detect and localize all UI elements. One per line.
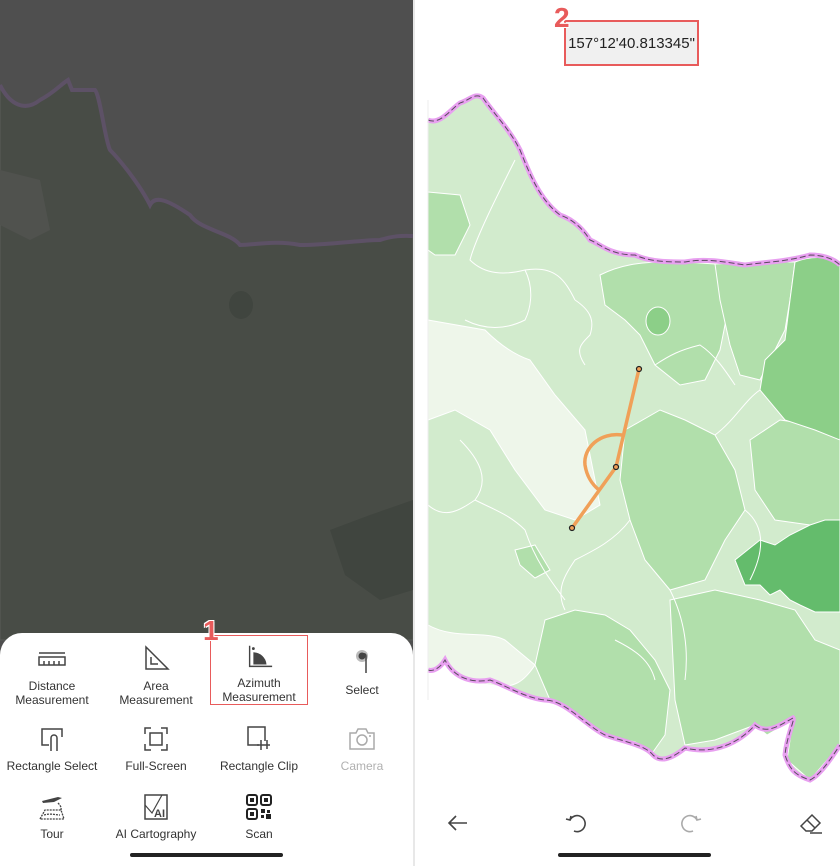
tool-label-line: Camera <box>340 759 384 773</box>
eraser-icon <box>799 813 822 834</box>
clear-button[interactable] <box>793 805 829 841</box>
rectangle-select-icon <box>41 728 63 751</box>
tool-label: Azimuth Measurement <box>222 676 295 704</box>
tool-label-line: Full-Screen <box>125 759 187 773</box>
tool-label: Select <box>345 683 378 697</box>
tool-label: AI Cartography <box>116 827 197 841</box>
map-region <box>645 306 671 336</box>
tool-distance-button[interactable]: Distance Measurement <box>0 643 104 713</box>
annotation-marker-1: 1 <box>203 615 219 646</box>
tool-label-line: Measurement <box>119 693 193 707</box>
fullscreen-icon <box>144 727 168 751</box>
tool-camera-button[interactable]: Camera <box>310 723 414 793</box>
undo-icon <box>565 814 586 833</box>
map-subregion <box>229 291 253 319</box>
qr-code-icon <box>246 794 272 820</box>
tool-scan-button[interactable]: Scan <box>207 791 311 861</box>
tool-fullscreen-button[interactable]: Full-Screen <box>104 723 208 793</box>
tool-select-button[interactable]: Select <box>310 647 414 717</box>
svg-text:AI: AI <box>154 808 165 820</box>
tool-label: Full-Screen <box>125 759 186 773</box>
tool-label: Rectangle Select <box>7 759 98 773</box>
measure-vertex[interactable] <box>568 524 576 532</box>
ai-map-icon: AI <box>144 794 168 820</box>
tool-label: Area Measurement <box>119 679 192 707</box>
tap-pointer-icon <box>356 650 368 673</box>
crop-icon <box>247 726 270 750</box>
azimuth-value: 157°12'40.813345" <box>568 34 695 52</box>
tool-label-line: Azimuth <box>237 676 281 690</box>
tool-area-button[interactable]: Area Measurement <box>104 643 208 713</box>
tool-label: Distance Measurement <box>15 679 88 707</box>
tool-label-line: Measurement <box>222 690 296 704</box>
tool-label-line: Area <box>143 679 169 693</box>
choropleth-map <box>427 93 840 783</box>
measure-vertex[interactable] <box>612 463 620 471</box>
azimuth-angle-icon <box>248 645 273 668</box>
undo-button[interactable] <box>557 805 593 841</box>
tool-azimuth-button[interactable]: Azimuth Measurement <box>210 635 308 705</box>
home-indicator <box>558 853 711 857</box>
tool-label: Tour <box>40 827 63 841</box>
tool-label-line: Measurement <box>15 693 89 707</box>
measurement-toolbar <box>415 795 840 845</box>
measure-vertex[interactable] <box>635 365 643 373</box>
plane-tour-icon <box>38 797 65 820</box>
tool-label-line: Select <box>345 683 379 697</box>
tool-label-line: Rectangle Clip <box>219 759 299 773</box>
tool-label-line: Tour <box>40 827 64 841</box>
tool-rect-select-button[interactable]: Rectangle Select <box>0 723 104 793</box>
tool-label-line: AI Cartography <box>115 827 197 841</box>
redo-icon <box>681 814 702 833</box>
tool-label: Camera <box>341 759 384 773</box>
azimuth-readout: 157°12'40.813345" <box>564 20 699 66</box>
right-screen: 157°12'40.813345" 2 <box>415 0 840 866</box>
tool-rect-clip-button[interactable]: Rectangle Clip <box>207 723 311 793</box>
set-square-icon <box>145 645 170 670</box>
annotation-marker-2: 2 <box>554 2 570 33</box>
tool-label: Scan <box>245 827 272 841</box>
tool-label: Rectangle Clip <box>220 759 298 773</box>
tool-label-line: Rectangle Select <box>6 759 98 773</box>
tool-label-line: Scan <box>245 827 273 841</box>
tool-label-line: Distance <box>28 679 76 693</box>
back-button[interactable] <box>440 805 476 841</box>
redo-button[interactable] <box>674 805 710 841</box>
tool-tour-button[interactable]: Tour <box>0 791 104 861</box>
ruler-icon <box>38 652 66 666</box>
camera-icon <box>349 728 375 750</box>
tool-ai-cartography-button[interactable]: AI AI Cartography <box>104 791 208 861</box>
arrow-left-icon <box>447 815 467 831</box>
